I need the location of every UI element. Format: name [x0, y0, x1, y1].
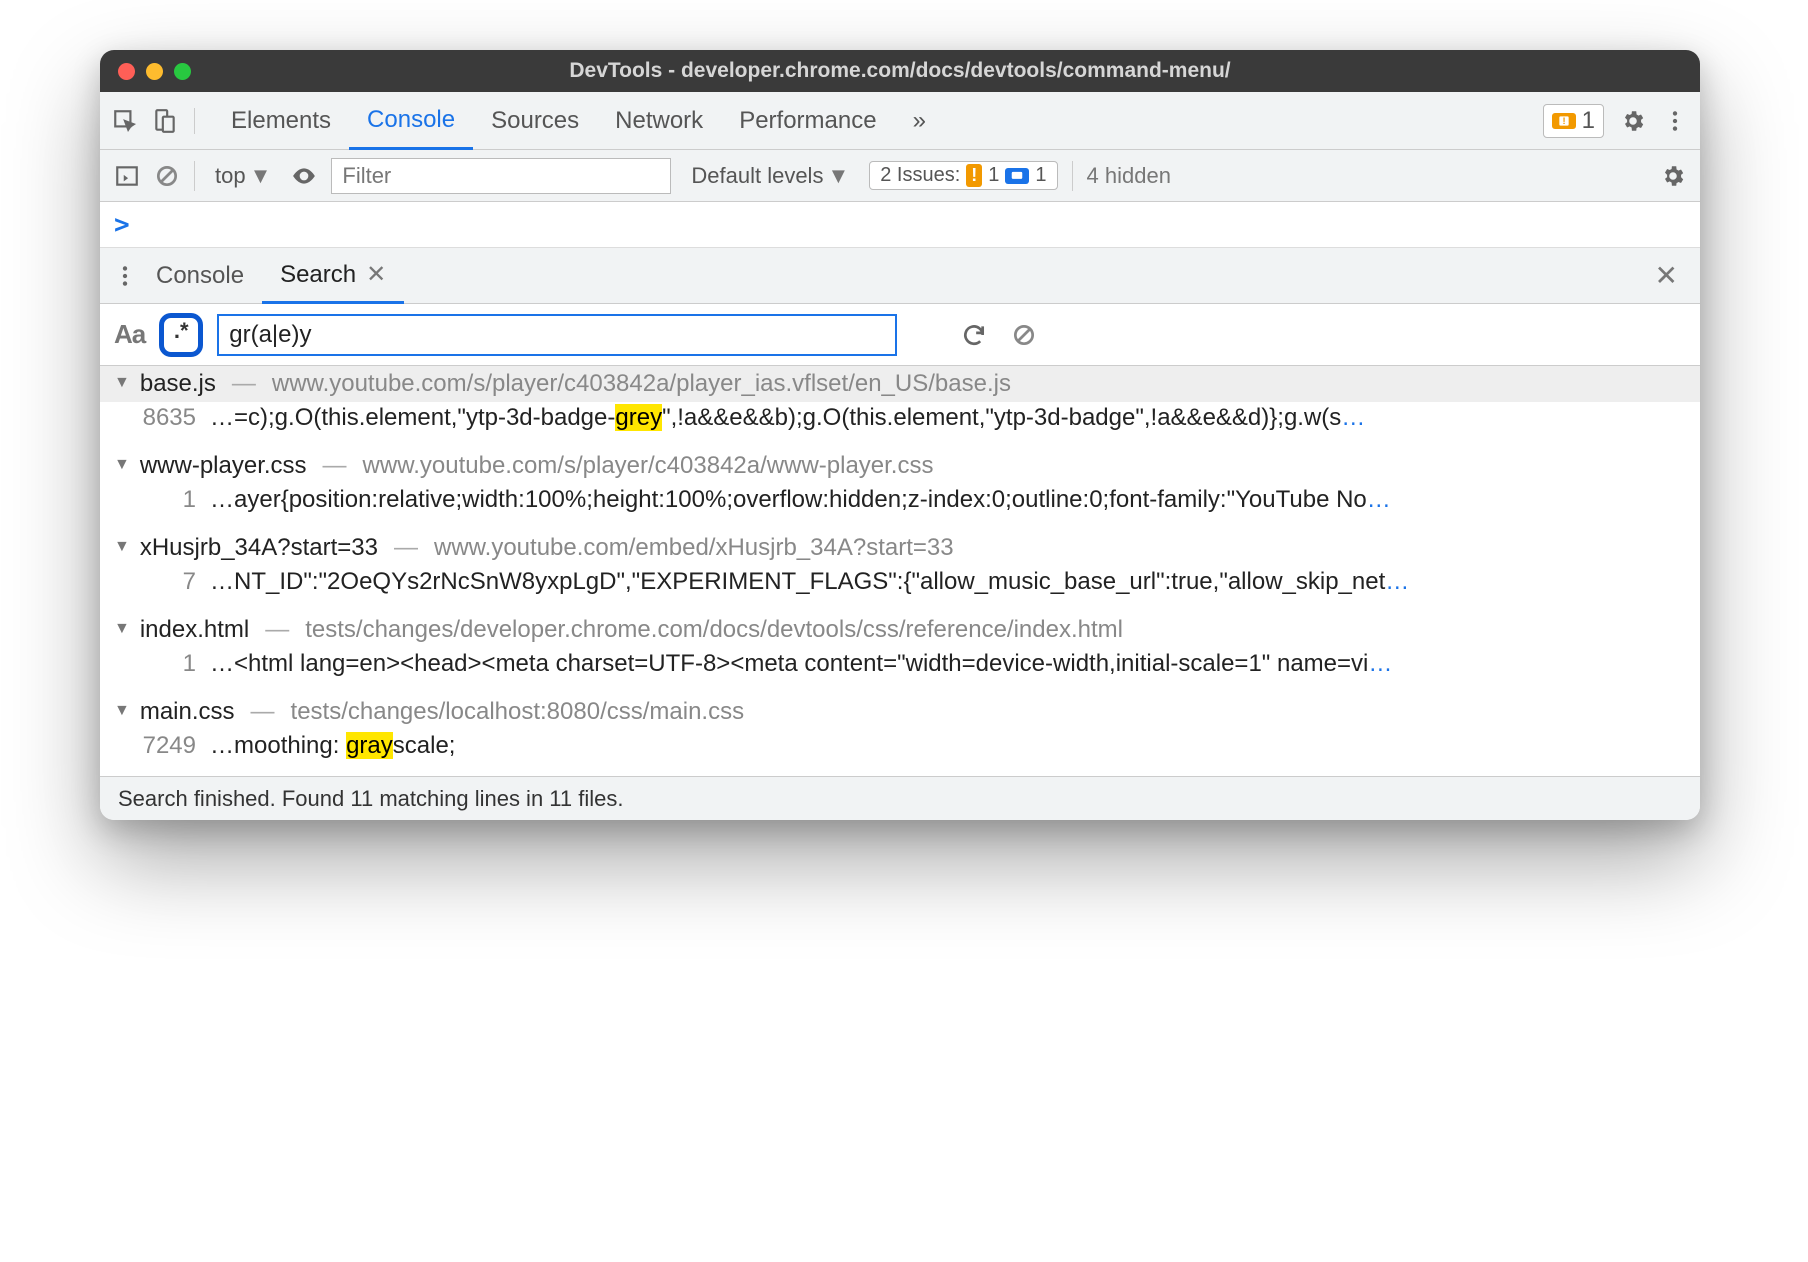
settings-gear-icon[interactable] — [1620, 108, 1646, 134]
status-bar: Search finished. Found 11 matching lines… — [100, 776, 1700, 820]
clear-console-icon[interactable] — [154, 163, 180, 189]
kebab-menu-icon[interactable] — [1662, 108, 1688, 134]
line-number: 8635 — [134, 404, 196, 432]
inspect-element-icon[interactable] — [112, 108, 138, 134]
result-file-header[interactable]: ▼ index.html — tests/changes/developer.c… — [100, 612, 1700, 648]
tab-console[interactable]: Console — [349, 93, 473, 150]
result-file-name: base.js — [140, 370, 216, 398]
result-file-name: index.html — [140, 616, 249, 644]
search-bar: Aa .* — [100, 304, 1700, 366]
result-file-url: www.youtube.com/s/player/c403842a/www-pl… — [363, 452, 934, 480]
live-expression-eye-icon[interactable] — [291, 163, 317, 189]
result-file-url: tests/changes/developer.chrome.com/docs/… — [305, 616, 1123, 644]
chevron-down-icon: ▼ — [827, 163, 849, 189]
tab-network[interactable]: Network — [597, 92, 721, 149]
device-toolbar-icon[interactable] — [152, 108, 178, 134]
clear-search-icon[interactable] — [1011, 322, 1037, 348]
result-line[interactable]: 1 …ayer{position:relative;width:100%;heig… — [100, 484, 1700, 530]
warning-badge-icon: ! — [1552, 113, 1576, 129]
search-input[interactable] — [217, 314, 897, 356]
disclosure-triangle-icon: ▼ — [114, 374, 130, 392]
drawer-tab-search[interactable]: Search ✕ — [262, 249, 404, 304]
result-line[interactable]: 8635 …=c);g.O(this.element,"ytp-3d-badge-… — [100, 402, 1700, 448]
result-file-header[interactable]: ▼ main.css — tests/changes/localhost:808… — [100, 694, 1700, 730]
refresh-search-icon[interactable] — [961, 322, 987, 348]
close-drawer-icon[interactable]: ✕ — [1655, 259, 1688, 292]
result-file-url: www.youtube.com/s/player/c403842a/player… — [272, 370, 1011, 398]
disclosure-triangle-icon: ▼ — [114, 456, 130, 474]
warnings-button[interactable]: ! 1 — [1543, 104, 1604, 138]
result-file-header[interactable]: ▼ xHusjrb_34A?start=33 — www.youtube.com… — [100, 530, 1700, 566]
regex-toggle-button[interactable]: .* — [159, 313, 203, 357]
tab-elements[interactable]: Elements — [213, 92, 349, 149]
close-tab-icon[interactable]: ✕ — [366, 260, 386, 289]
line-content: …moothing: grayscale; — [210, 732, 1686, 760]
result-file-name: www-player.css — [140, 452, 307, 480]
match-case-button[interactable]: Aa — [114, 319, 145, 350]
prompt-chevron-icon: > — [114, 210, 130, 240]
titlebar: DevTools - developer.chrome.com/docs/dev… — [100, 50, 1700, 92]
result-file-url: tests/changes/localhost:8080/css/main.cs… — [291, 698, 745, 726]
search-match-highlight: gray — [346, 732, 393, 759]
main-tabs-bar: Elements Console Sources Network Perform… — [100, 92, 1700, 150]
result-line[interactable]: 1 …<html lang=en><head><meta charset=UTF-… — [100, 648, 1700, 694]
line-number: 1 — [134, 486, 196, 514]
result-file-header[interactable]: ▼ base.js — www.youtube.com/s/player/c40… — [100, 366, 1700, 402]
console-sidebar-toggle-icon[interactable] — [114, 163, 140, 189]
drawer-menu-icon[interactable] — [112, 263, 138, 289]
truncation-ellipsis: … — [1368, 650, 1392, 677]
tab-sources[interactable]: Sources — [473, 92, 597, 149]
disclosure-triangle-icon: ▼ — [114, 538, 130, 556]
console-settings-gear-icon[interactable] — [1660, 163, 1686, 189]
disclosure-triangle-icon: ▼ — [114, 702, 130, 720]
result-file-url: www.youtube.com/embed/xHusjrb_34A?start=… — [434, 534, 954, 562]
console-toolbar: top ▼ Filter Default levels ▼ 2 Issues: … — [100, 150, 1700, 202]
result-line[interactable]: 7 …NT_ID":"2OeQYs2rNcSnW8yxpLgD","EXPERIM… — [100, 566, 1700, 612]
result-file-name: xHusjrb_34A?start=33 — [140, 534, 378, 562]
warning-badge-icon: ! — [966, 164, 982, 187]
search-match-highlight: grey — [615, 404, 662, 431]
result-file-name: main.css — [140, 698, 235, 726]
console-prompt[interactable]: > — [100, 202, 1700, 248]
devtools-window: DevTools - developer.chrome.com/docs/dev… — [100, 50, 1700, 820]
line-number: 7249 — [134, 732, 196, 760]
result-line[interactable]: 7249 …moothing: grayscale; — [100, 730, 1700, 776]
line-number: 7 — [134, 568, 196, 596]
line-number: 1 — [134, 650, 196, 678]
line-content: …=c);g.O(this.element,"ytp-3d-badge-grey… — [210, 404, 1686, 432]
search-results: ▼ base.js — www.youtube.com/s/player/c40… — [100, 366, 1700, 776]
execution-context-select[interactable]: top ▼ — [209, 161, 277, 191]
drawer-tab-console[interactable]: Console — [138, 248, 262, 303]
line-content: …NT_ID":"2OeQYs2rNcSnW8yxpLgD","EXPERIME… — [210, 568, 1686, 596]
warning-count: 1 — [1582, 107, 1595, 135]
truncation-ellipsis: … — [1367, 486, 1391, 513]
filter-input[interactable]: Filter — [331, 158, 671, 194]
drawer-tabs: Console Search ✕ ✕ — [100, 248, 1700, 304]
status-text: Search finished. Found 11 matching lines… — [118, 786, 623, 812]
svg-text:!: ! — [1562, 115, 1565, 125]
issues-button[interactable]: 2 Issues: ! 1 1 — [869, 161, 1057, 190]
truncation-ellipsis: … — [1341, 404, 1365, 431]
log-levels-select[interactable]: Default levels ▼ — [685, 161, 855, 191]
disclosure-triangle-icon: ▼ — [114, 620, 130, 638]
window-title: DevTools - developer.chrome.com/docs/dev… — [100, 59, 1700, 83]
tab-performance[interactable]: Performance — [721, 92, 894, 149]
hidden-count[interactable]: 4 hidden — [1087, 163, 1171, 189]
tabs-overflow-button[interactable]: » — [895, 92, 944, 149]
info-badge-icon — [1005, 168, 1029, 184]
result-file-header[interactable]: ▼ www-player.css — www.youtube.com/s/pla… — [100, 448, 1700, 484]
line-content: …ayer{position:relative;width:100%;heigh… — [210, 486, 1686, 514]
truncation-ellipsis: … — [1385, 568, 1409, 595]
chevron-down-icon: ▼ — [250, 163, 272, 189]
line-content: …<html lang=en><head><meta charset=UTF-8… — [210, 650, 1686, 678]
